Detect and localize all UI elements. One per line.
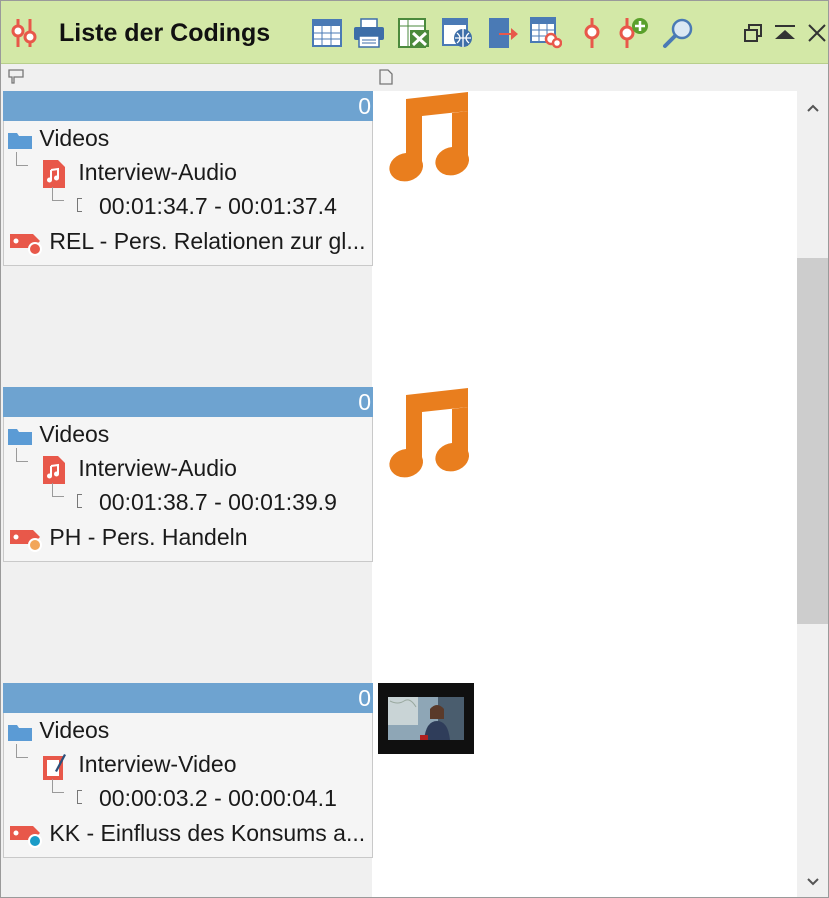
music-note-icon[interactable]	[380, 91, 472, 187]
video-document-icon	[43, 753, 66, 780]
vertical-scrollbar[interactable]	[797, 91, 828, 897]
title-bar: Liste der Codings	[1, 1, 828, 64]
code-name: PH - Pers. Handeln	[49, 524, 248, 550]
coding-weight: 0	[358, 685, 371, 711]
tree-connector	[52, 779, 64, 793]
coding-card[interactable]: 0 Videos Interview-Audio 00:01:34.7 - 00…	[3, 91, 373, 266]
coding-card[interactable]: 0 Videos Interview-Audio 00:01:38.7 - 00…	[3, 387, 373, 562]
tree-connector	[52, 187, 64, 201]
restore-icon[interactable]	[739, 18, 767, 48]
tree-connector	[16, 744, 28, 758]
coding-weight: 0	[358, 389, 371, 415]
document-name: Interview-Audio	[78, 159, 237, 185]
video-thumbnail[interactable]	[378, 683, 474, 754]
tree-connector	[16, 448, 28, 462]
code-row: KK - Einfluss des Konsums a...	[9, 819, 365, 848]
document-name: Interview-Video	[78, 751, 237, 777]
preview-area	[372, 91, 797, 897]
coding-list-app-icon	[11, 19, 37, 47]
folder-icon	[8, 428, 32, 445]
segment-time: 00:00:03.2 - 00:00:04.1	[99, 785, 337, 811]
folder-row: Videos	[7, 716, 109, 744]
excel-export-icon[interactable]	[397, 15, 431, 51]
code-tag-icon	[10, 529, 42, 552]
tree-connector	[16, 152, 28, 166]
close-icon[interactable]	[803, 18, 828, 48]
music-note-icon[interactable]	[380, 387, 472, 483]
export-document-icon[interactable]	[486, 15, 520, 51]
code-tag-icon	[10, 233, 42, 256]
code-icon[interactable]	[575, 15, 609, 51]
segment-bracket-icon	[77, 494, 82, 508]
document-row: Interview-Video	[42, 750, 237, 781]
audio-document-icon	[43, 159, 65, 188]
code-tag-icon	[10, 825, 42, 848]
segment-bracket-icon	[77, 198, 82, 212]
segment-bracket-icon	[77, 790, 82, 804]
comment-column-icon[interactable]	[8, 69, 24, 85]
folder-icon	[8, 724, 32, 741]
code-row: REL - Pers. Relationen zur gl...	[9, 227, 366, 256]
search-icon[interactable]	[661, 15, 695, 51]
column-header	[1, 64, 828, 91]
add-code-icon[interactable]	[615, 15, 649, 51]
document-row: Interview-Audio	[42, 158, 237, 189]
table-view-icon[interactable]	[310, 15, 344, 51]
audio-document-icon	[43, 455, 65, 484]
document-name: Interview-Audio	[78, 455, 237, 481]
folder-name: Videos	[39, 717, 110, 743]
window-title: Liste der Codings	[59, 19, 271, 47]
folder-row: Videos	[7, 124, 109, 152]
code-row: PH - Pers. Handeln	[9, 523, 248, 552]
document-column-icon[interactable]	[379, 69, 393, 85]
document-row: Interview-Audio	[42, 454, 237, 485]
collapse-icon[interactable]	[771, 18, 799, 48]
print-icon[interactable]	[352, 15, 386, 51]
codings-window: Liste der Codings 0 Videos Interview-Aud…	[0, 0, 829, 898]
scroll-up-arrow-icon[interactable]	[797, 91, 828, 125]
segment-time: 00:01:34.7 - 00:01:37.4	[99, 193, 337, 219]
scroll-down-arrow-icon[interactable]	[797, 865, 828, 897]
tree-connector	[52, 483, 64, 497]
code-name: KK - Einfluss des Konsums a...	[49, 820, 366, 846]
folder-name: Videos	[39, 421, 110, 447]
coding-card[interactable]: 0 Videos Interview-Video 00:00:03.2 - 00…	[3, 683, 373, 858]
scrollbar-thumb[interactable]	[797, 258, 828, 624]
folder-icon	[8, 132, 32, 149]
web-export-icon[interactable]	[441, 15, 475, 51]
coding-card-header: 0	[3, 91, 373, 121]
table-codes-icon[interactable]	[529, 15, 563, 51]
coding-card-header: 0	[3, 683, 373, 713]
code-name: REL - Pers. Relationen zur gl...	[49, 228, 366, 254]
coding-weight: 0	[358, 93, 371, 119]
folder-name: Videos	[39, 125, 110, 151]
segment-time: 00:01:38.7 - 00:01:39.9	[99, 489, 337, 515]
folder-row: Videos	[7, 420, 109, 448]
coding-card-header: 0	[3, 387, 373, 417]
